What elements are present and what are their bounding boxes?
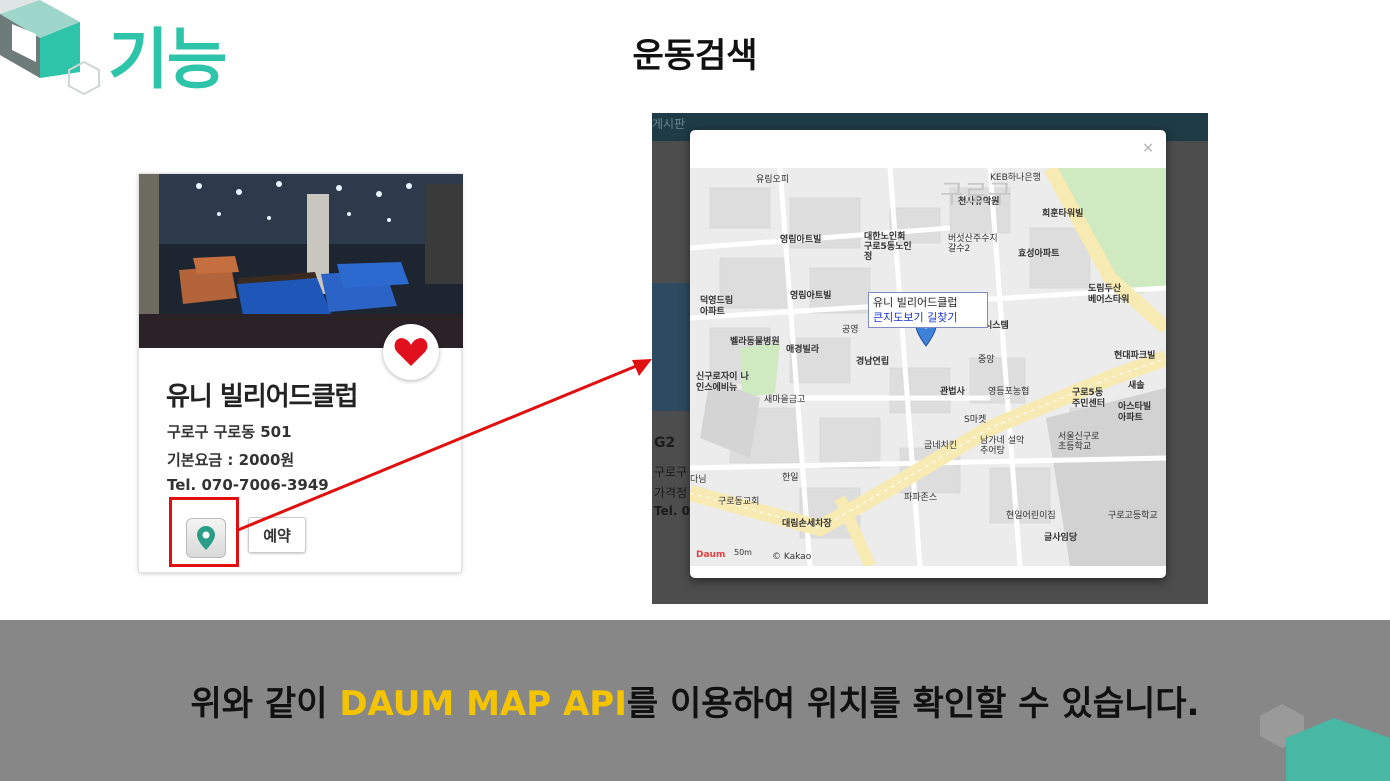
map-label: 중앙 (978, 355, 995, 365)
place-name: 유니 빌리어드클럽 (166, 382, 358, 412)
map-label: 구로동교회 (718, 497, 760, 507)
map-label: 공영 (842, 325, 859, 335)
map-label: 도림두산 베어스타워 (1088, 284, 1130, 305)
map-label: 남가네 설악추어탕 (980, 436, 1025, 456)
map-label: 글사임당 (1044, 533, 1078, 543)
background-heading: G2 (654, 435, 676, 451)
map-label: 영림아트빌 (780, 235, 822, 245)
map-label: 회훈타워빌 (1042, 209, 1084, 219)
place-fee: 기본요금 : 2000원 (167, 451, 295, 469)
map-label: 한일 (782, 473, 799, 483)
map-copyright: © Kakao (772, 552, 812, 562)
map-label: 영등포농협 (988, 387, 1030, 397)
daum-map[interactable]: 유림오피 KEB하나은행 천사유악원 회훈타워빌 영림아트빌 대한노인회 구로5… (690, 168, 1166, 566)
background-line: 구로구 (654, 465, 688, 479)
map-label: 현일어린이집 (1006, 511, 1056, 521)
map-label: 덕영드림 아파트 (700, 296, 734, 317)
map-label: 아스타빌 아파트 (1118, 402, 1152, 423)
close-icon[interactable]: × (1142, 140, 1154, 156)
favorite-button[interactable] (383, 324, 439, 380)
map-label: 새마을금고 (764, 395, 806, 405)
highlight-box (169, 497, 239, 567)
map-label: 구로5동 주민센터 (1072, 388, 1106, 409)
info-window-title: 유니 빌리어드클럽 (873, 296, 958, 309)
info-window-links[interactable]: 큰지도보기 길찾기 (873, 310, 983, 325)
map-label: 굽네치킨 (924, 441, 958, 451)
map-label: 애경빌라 (786, 345, 820, 355)
map-streets (690, 168, 1166, 566)
reserve-button[interactable]: 예약 (248, 517, 306, 553)
map-label: 대림손세차장 (782, 519, 832, 529)
map-label: 현대파크빌 (1114, 351, 1156, 361)
background-photo (652, 283, 690, 411)
map-label: 구로구 (940, 180, 1012, 210)
map-label: 새솔 (1128, 381, 1145, 391)
map-label: 효성아파트 (1018, 249, 1060, 259)
map-label: 영림아트빌 (790, 291, 832, 301)
map-label: 구로고등학교 (1108, 511, 1158, 521)
place-address: 구로구 구로동 501 (167, 423, 292, 441)
map-label: 벨라동물병원 (730, 337, 780, 347)
map-label: 서울신구로 초등학교 (1058, 432, 1100, 452)
map-label: 유림오피 (756, 175, 790, 185)
map-label: 경남연립 (856, 357, 890, 367)
place-photo (139, 174, 463, 348)
map-label: S마켓 (964, 415, 987, 425)
map-info-window: 유니 빌리어드클럽 큰지도보기 길찾기 (868, 292, 988, 328)
background-line: 가격정 (654, 486, 688, 500)
map-label: 파파존스 (904, 493, 938, 503)
daum-logo: Daum (696, 550, 726, 560)
map-label: 버섯산주수지 갈수2 (948, 234, 998, 254)
map-label: 관법사 (940, 387, 965, 397)
place-tel: Tel. 070-7006-3949 (167, 476, 329, 494)
map-scale: 50m (734, 548, 752, 557)
background-bar-text: 게시판 (652, 117, 686, 131)
map-label: 대한노인회 구로5동노인정 (864, 232, 912, 262)
heart-icon (394, 338, 428, 366)
map-label: 다님 (690, 475, 707, 485)
map-popup-screenshot: 게시판 G2 구로구 가격정 Tel. 07 × 유림오피 KEB하나은행 천사… (652, 113, 1208, 604)
map-label: 신구로자이 나인스에비뉴 (696, 372, 749, 393)
page-title: 운동검색 (632, 36, 758, 76)
footer-caption: 위와 같이 DAUM MAP API를 이용하여 위치를 확인할 수 있습니다. (190, 684, 1200, 724)
map-modal: × 유림오피 KEB하나은행 천사유악원 회훈타워빌 영림아트빌 대한노인회 구… (690, 130, 1166, 578)
